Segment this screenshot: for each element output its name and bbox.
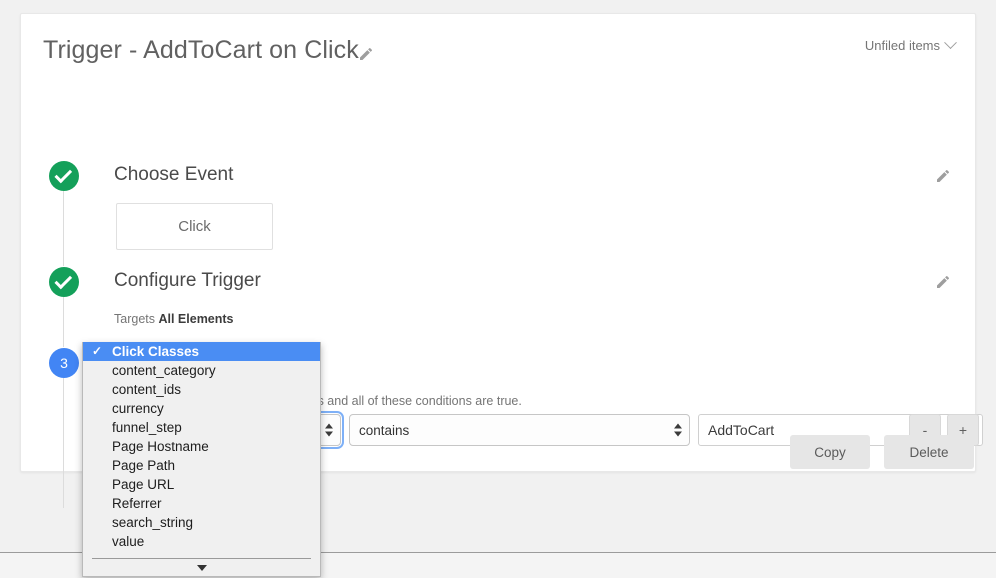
targets-value: All Elements [158,312,234,326]
targets-label: Targets [114,312,155,326]
workspace-label: Unfiled items [864,38,940,53]
targets-summary: Targets All Elements [114,312,234,326]
step-2-rail [63,297,64,347]
step-1-edit-pencil-icon[interactable] [935,168,951,184]
step-2-title: Configure Trigger [114,270,261,291]
step-1-title: Choose Event [114,164,234,185]
dropdown-option[interactable]: search_string [83,513,320,532]
card-header: Trigger - AddToCart on Click Unfiled ite… [21,14,975,76]
dropdown-option-label: funnel_step [112,420,182,435]
step-3-number: 3 [60,355,68,371]
variable-dropdown-menu[interactable]: Click Classes content_category content_ids… [82,342,321,577]
dropdown-option-label: content_ids [112,382,182,397]
dropdown-option[interactable]: Page Hostname [83,437,320,456]
step-3-number-badge: 3 [49,348,79,378]
select-stepper-icon [325,423,333,437]
step-1-status-check-icon [49,161,79,191]
dropdown-option-label: value [112,534,145,549]
dropdown-option[interactable]: Page Path [83,456,320,475]
dropdown-option[interactable]: Page URL [83,475,320,494]
check-glyph [54,165,73,183]
chevron-down-icon [944,36,957,50]
dropdown-option-label: Click Classes [112,344,200,359]
dropdown-option-label: Referrer [112,496,162,511]
condition-operator-select[interactable]: contains [349,414,690,446]
dropdown-scroll-down-caret-down-icon[interactable] [83,559,320,576]
dropdown-option[interactable]: content_ids [83,380,320,399]
dropdown-option[interactable]: content_category [83,361,320,380]
condition-operator-value: contains [359,422,410,438]
variable-dropdown-list: Click Classes content_category content_ids… [83,342,320,551]
dropdown-option[interactable]: Click Classes [83,342,320,361]
dropdown-option-label: Page Hostname [112,439,209,454]
dropdown-option-label: search_string [112,515,194,530]
step-2-status-check-icon [49,267,79,297]
step-1-rail [63,191,64,266]
dropdown-option[interactable]: value [83,532,320,551]
select-stepper-icon [674,423,682,437]
dropdown-option[interactable]: currency [83,399,320,418]
page-title: Trigger - AddToCart on Click [43,36,359,64]
event-type-box[interactable]: Click [116,203,273,250]
dropdown-option[interactable]: funnel_step [83,418,320,437]
step-2-edit-pencil-icon[interactable] [935,274,951,290]
dropdown-option-label: Page URL [112,477,175,492]
step-3-rail [63,378,64,508]
copy-button[interactable]: Copy [790,435,870,469]
dropdown-option-label: currency [112,401,164,416]
dropdown-option[interactable]: Referrer [83,494,320,513]
check-glyph [54,271,73,289]
workspace-selector[interactable]: Unfiled items [864,36,957,53]
delete-button[interactable]: Delete [884,435,974,469]
dropdown-option-label: Page Path [112,458,176,473]
dropdown-option-label: content_category [112,363,216,378]
title-edit-pencil-icon[interactable] [358,46,374,62]
